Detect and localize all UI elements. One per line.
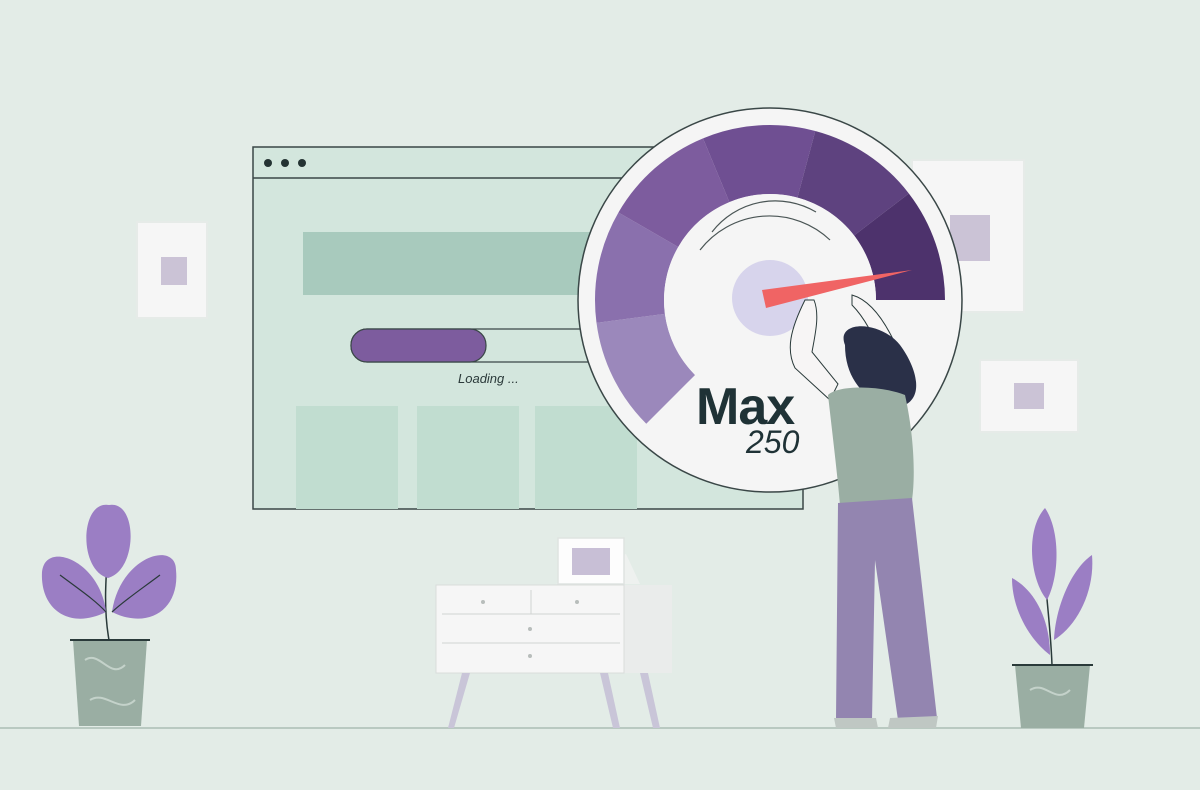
window-dot-2 <box>281 159 289 167</box>
loading-text: Loading ... <box>458 371 519 386</box>
content-card-2 <box>417 406 519 509</box>
potted-plant-left <box>41 504 177 726</box>
illustration-scene <box>0 107 1200 729</box>
loading-bar-fill <box>350 328 487 363</box>
content-card-1 <box>296 406 398 509</box>
gauge-value: 250 <box>746 424 800 460</box>
wall-frame-right-small <box>979 359 1079 433</box>
side-cabinet <box>435 537 672 728</box>
wall-frame-left <box>136 221 208 319</box>
window-dot-1 <box>264 159 272 167</box>
potted-plant-right <box>1012 508 1093 728</box>
content-banner-placeholder <box>303 232 623 295</box>
window-dot-3 <box>298 159 306 167</box>
